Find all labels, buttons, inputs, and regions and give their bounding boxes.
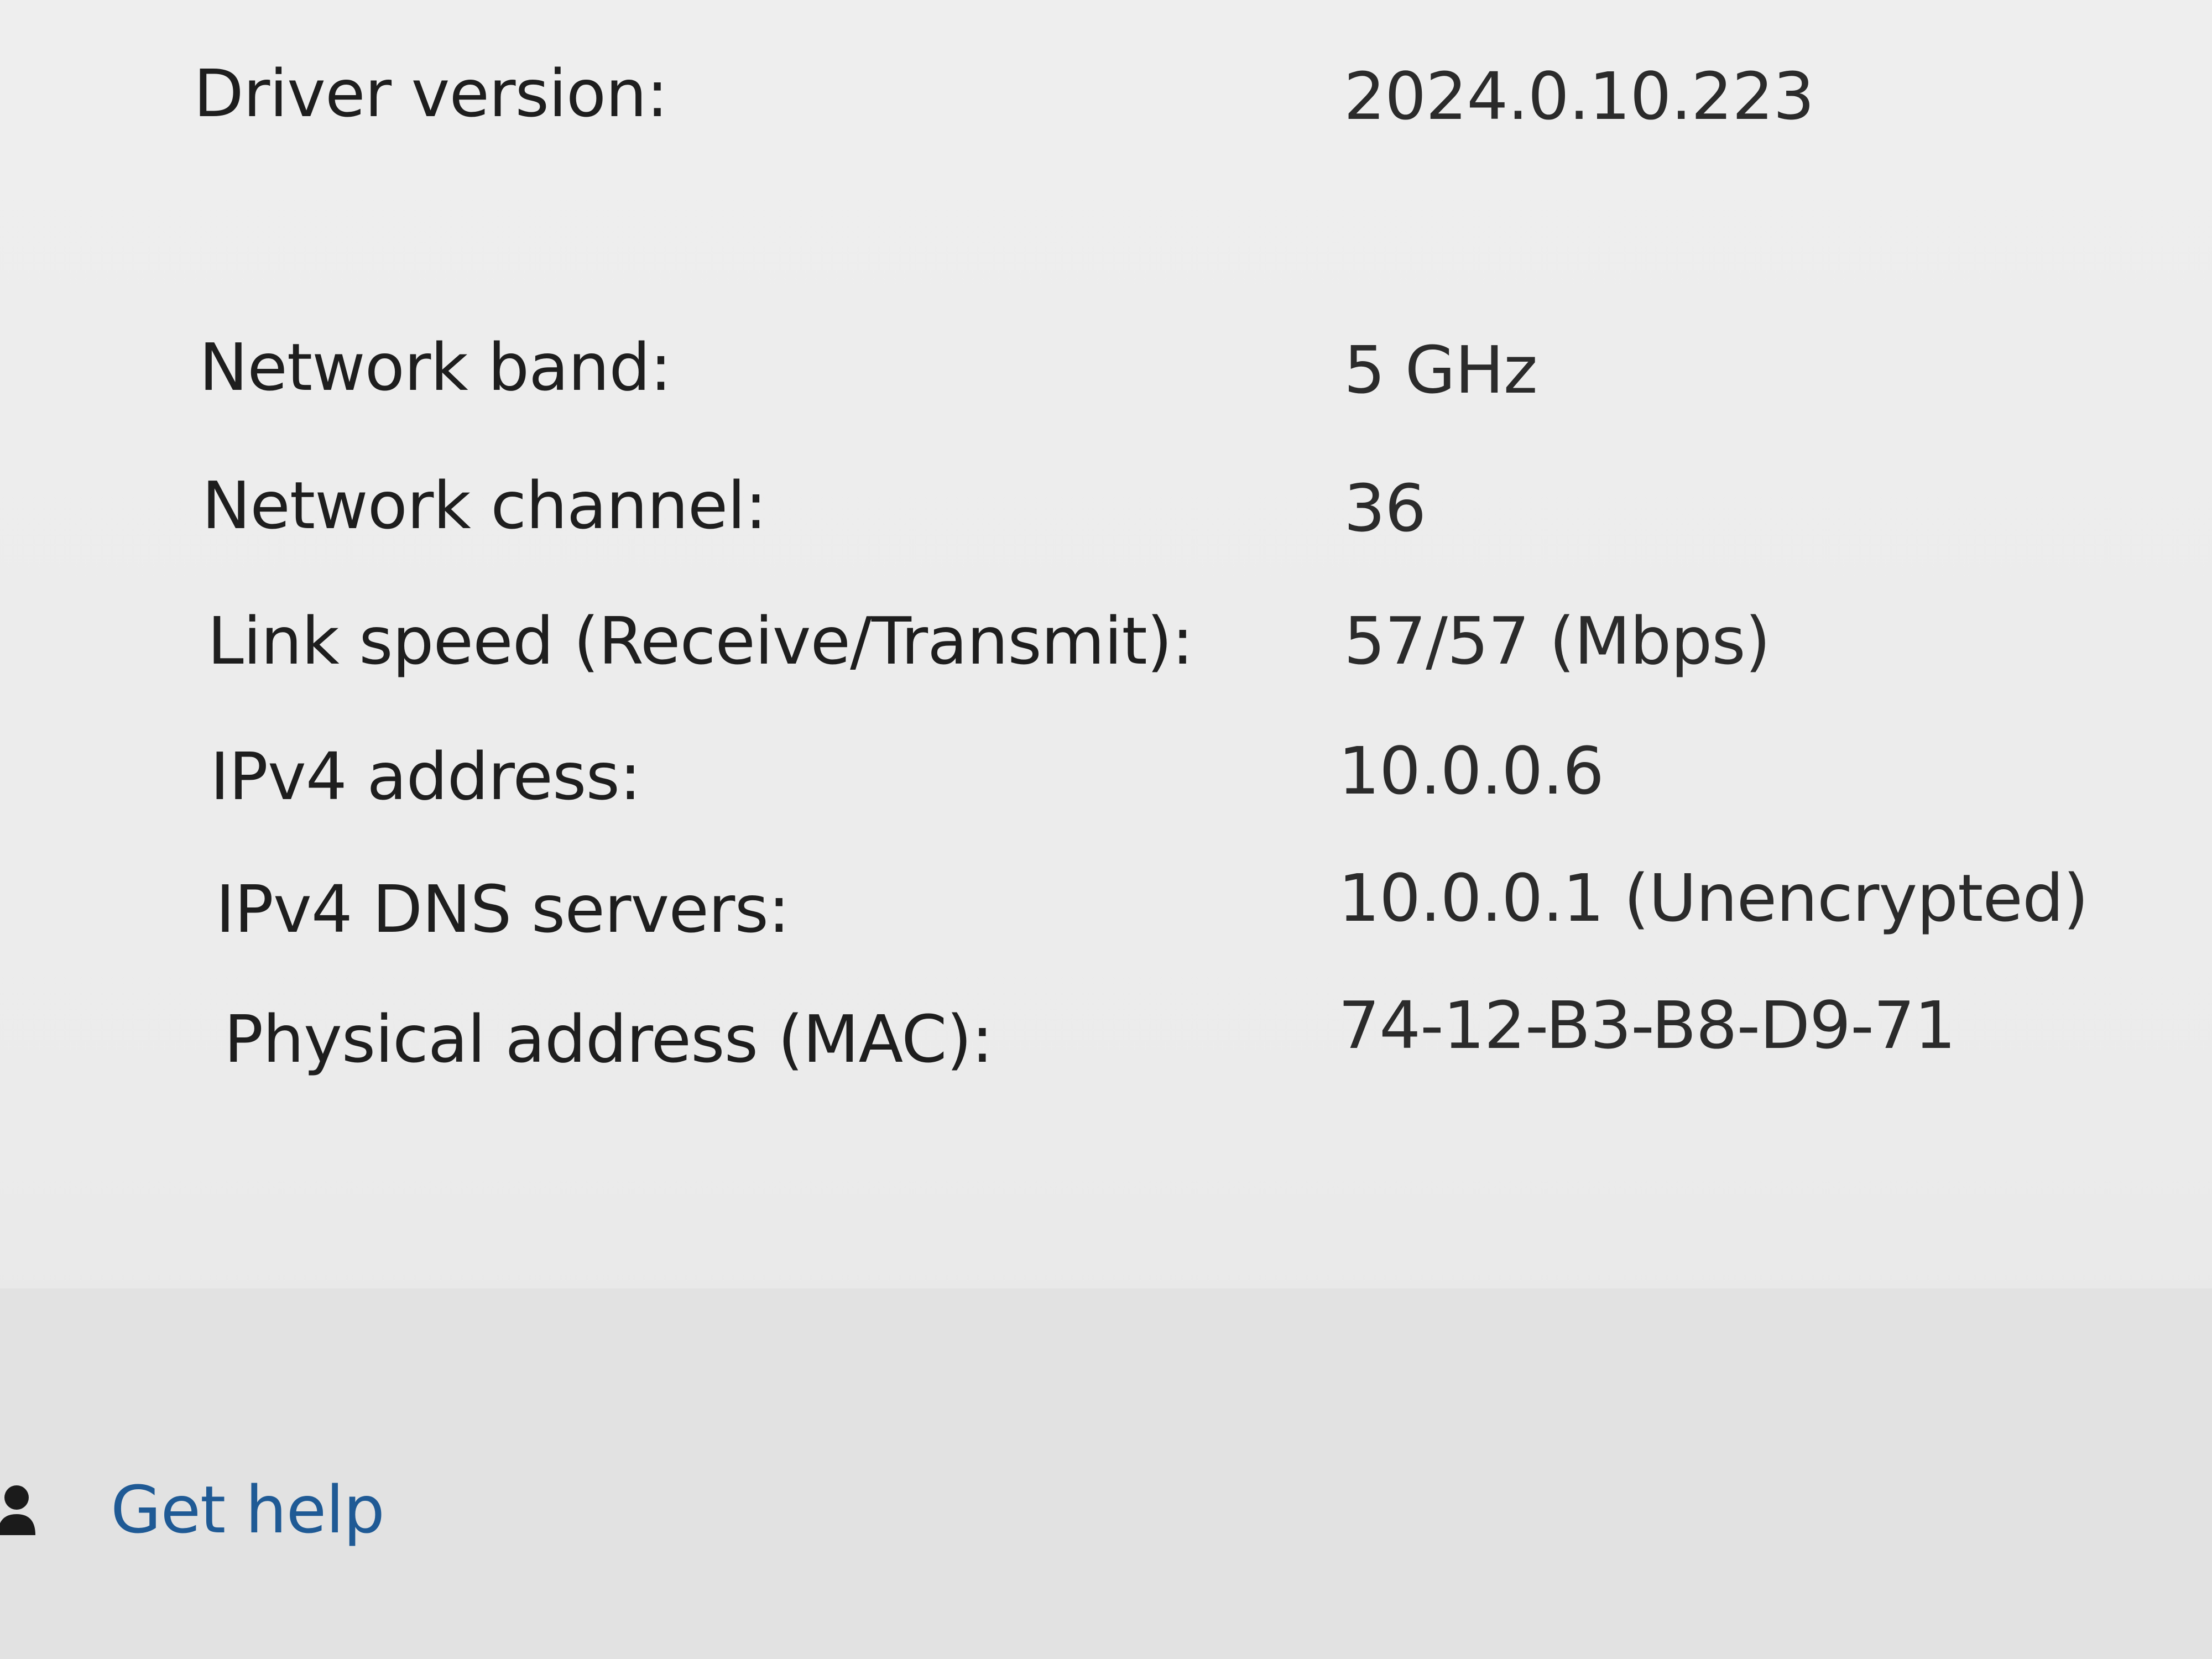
get-help-row[interactable]: Get help [0, 1471, 385, 1548]
ipv4-dns-servers-value: 10.0.0.1 (Unencrypted) [1338, 860, 2089, 936]
driver-version-value: 2024.0.10.223 [1344, 58, 1814, 134]
link-speed-value: 57/57 (Mbps) [1344, 603, 1771, 679]
ipv4-dns-servers-label: IPv4 DNS servers: [216, 871, 790, 947]
network-channel-value: 36 [1344, 470, 1426, 546]
physical-address-label: Physical address (MAC): [224, 1001, 993, 1077]
link-speed-label: Link speed (Receive/Transmit): [207, 603, 1194, 679]
driver-version-label: Driver version: [194, 55, 669, 132]
ipv4-address-value: 10.0.0.6 [1338, 733, 1604, 809]
network-band-value: 5 GHz [1344, 332, 1538, 408]
network-band-label: Network band: [199, 329, 672, 405]
get-help-link[interactable]: Get help [111, 1477, 385, 1542]
ipv4-address-label: IPv4 address: [210, 738, 641, 815]
network-properties-panel: Driver version: 2024.0.10.223 Network ba… [0, 0, 2212, 1659]
physical-address-value: 74-12-B3-B8-D9-71 [1338, 987, 1956, 1063]
help-person-icon [0, 1482, 39, 1537]
network-channel-label: Network channel: [202, 467, 767, 544]
